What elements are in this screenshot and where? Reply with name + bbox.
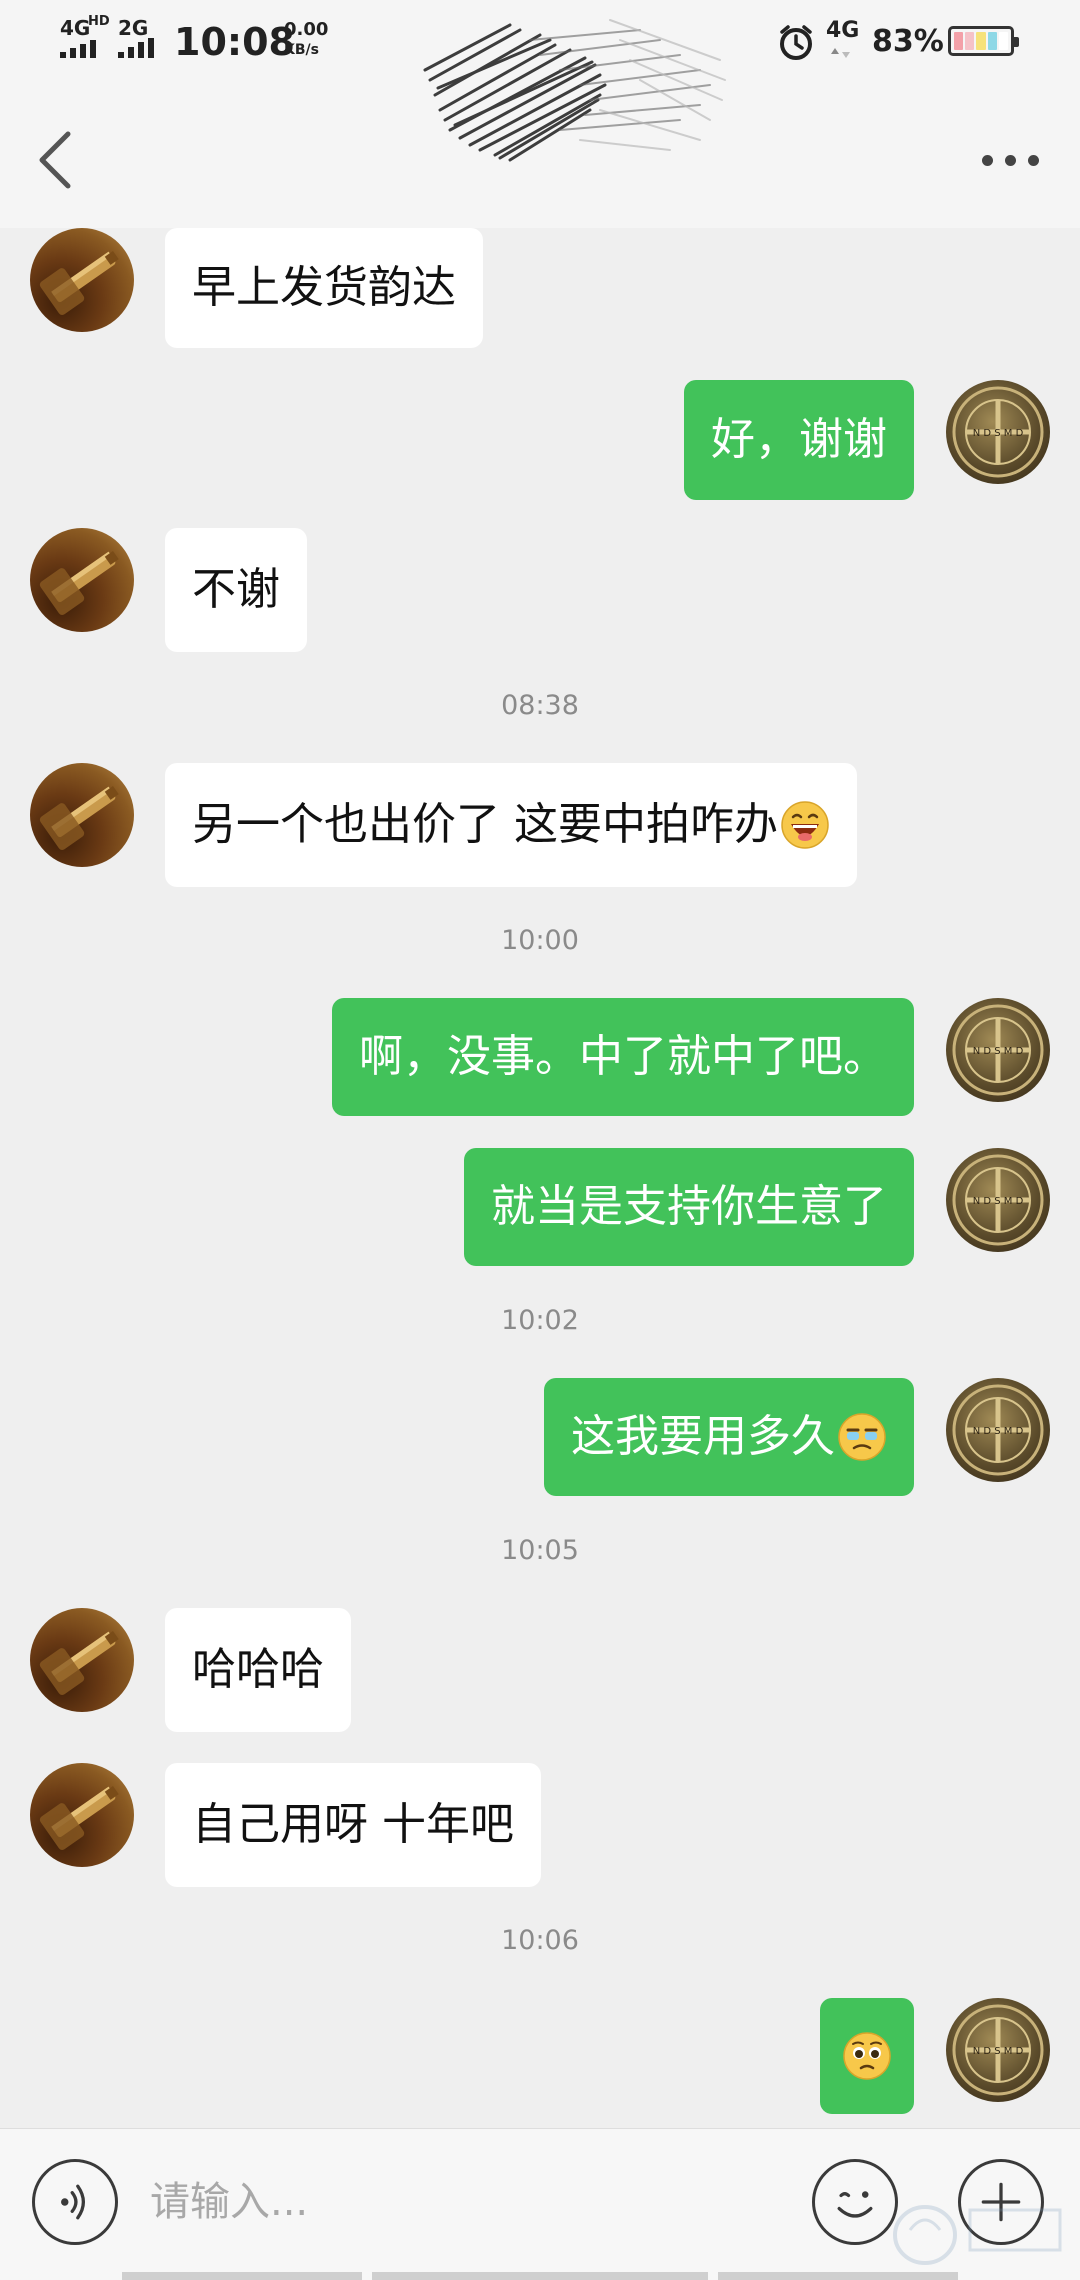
- network-type-1: 4G: [60, 16, 91, 40]
- contact-avatar[interactable]: [30, 763, 134, 867]
- svg-text:N D S M D: N D S M D: [973, 1046, 1024, 1057]
- message-text: 早上发货韵达: [192, 262, 456, 313]
- back-button[interactable]: [20, 120, 90, 200]
- message-bubble-incoming[interactable]: 不谢: [165, 528, 307, 652]
- message-text: 另一个也出价了 这要中拍咋办: [192, 799, 778, 850]
- signal-bars-1-icon: [60, 40, 96, 58]
- message-bubble-incoming[interactable]: 自己用呀 十年吧: [165, 1763, 541, 1887]
- message-input[interactable]: [150, 2159, 790, 2245]
- message-timestamp: 10:05: [501, 1535, 579, 1566]
- speed-value: 0.00: [284, 19, 329, 40]
- network-type-3: 4G: [826, 18, 860, 43]
- contact-avatar[interactable]: [30, 528, 134, 632]
- message-bubble-outgoing[interactable]: [820, 1998, 914, 2114]
- plus-icon: [981, 2182, 1021, 2222]
- user-avatar[interactable]: N D S M D: [946, 380, 1050, 484]
- more-options-button[interactable]: [970, 136, 1050, 184]
- network-type-1-sup: HD: [88, 14, 110, 29]
- svg-text:N D S M D: N D S M D: [973, 2046, 1024, 2057]
- battery-icon: [948, 26, 1019, 56]
- status-time: 10:08: [174, 20, 295, 64]
- emoji-face-icon: [837, 2191, 873, 2218]
- network-speed: 0.00 KB/s: [284, 20, 328, 60]
- message-bubble-outgoing[interactable]: 这我要用多久: [544, 1378, 914, 1496]
- more-dot: [981, 154, 993, 166]
- emoji-button[interactable]: [812, 2159, 898, 2245]
- laughing-emoji-icon: [780, 800, 830, 850]
- battery-percent: 83%: [872, 24, 944, 59]
- user-avatar[interactable]: N D S M D: [946, 998, 1050, 1102]
- message-text: 哈哈哈: [192, 1644, 324, 1695]
- message-text: 就当是支持你生意了: [491, 1181, 887, 1232]
- svg-text:N D S M D: N D S M D: [973, 428, 1024, 439]
- more-dot: [1004, 154, 1016, 166]
- message-timestamp: 10:06: [501, 1925, 579, 1956]
- crying-emoji-icon: [837, 1412, 887, 1462]
- message-text: 不谢: [192, 564, 280, 615]
- message-bubble-incoming[interactable]: 另一个也出价了 这要中拍咋办: [165, 763, 857, 887]
- message-bubble-incoming[interactable]: 哈哈哈: [165, 1608, 351, 1732]
- message-input-bar: [0, 2128, 1080, 2280]
- contact-avatar[interactable]: [30, 228, 134, 332]
- speed-unit: KB/s: [284, 42, 319, 58]
- more-dot: [1027, 154, 1039, 166]
- message-bubble-outgoing[interactable]: 好，谢谢: [684, 380, 914, 500]
- message-bubble-outgoing[interactable]: 啊，没事。中了就中了吧。: [332, 998, 914, 1116]
- voice-button[interactable]: [32, 2159, 118, 2245]
- signal-bars-2-icon: [118, 38, 154, 58]
- message-text: 啊，没事。中了就中了吧。: [359, 1031, 887, 1082]
- network-type-2: 2G: [118, 16, 149, 40]
- nav-indicator: [122, 2272, 362, 2280]
- message-text: 这我要用多久: [571, 1411, 835, 1462]
- more-actions-button[interactable]: [958, 2159, 1044, 2245]
- contact-avatar[interactable]: [30, 1608, 134, 1712]
- nav-indicator: [718, 2272, 958, 2280]
- message-timestamp: 10:00: [501, 925, 579, 956]
- message-timestamp: 08:38: [501, 690, 579, 721]
- user-avatar[interactable]: N D S M D: [946, 1148, 1050, 1252]
- user-avatar[interactable]: N D S M D: [946, 1998, 1050, 2102]
- data-arrows-icon: [831, 48, 850, 58]
- message-bubble-incoming[interactable]: 早上发货韵达: [165, 228, 483, 348]
- message-text: 自己用呀 十年吧: [192, 1799, 514, 1850]
- voice-icon: [61, 2184, 85, 2220]
- user-avatar[interactable]: N D S M D: [946, 1378, 1050, 1482]
- chevron-left-icon: [39, 131, 71, 189]
- message-bubble-outgoing[interactable]: 就当是支持你生意了: [464, 1148, 914, 1266]
- message-text: 好，谢谢: [711, 414, 887, 465]
- pleading-emoji-icon: [842, 2031, 892, 2081]
- chat-message-list[interactable]: 早上发货韵达 N D S M D 好，谢谢 不谢 08:38 另一个也出价了 这…: [0, 228, 1080, 2128]
- svg-text:N D S M D: N D S M D: [973, 1196, 1024, 1207]
- redacted-contact-name: [423, 19, 726, 162]
- svg-text:N D S M D: N D S M D: [973, 1426, 1024, 1437]
- contact-avatar[interactable]: [30, 1763, 134, 1867]
- nav-indicator: [372, 2272, 708, 2280]
- message-timestamp: 10:02: [501, 1305, 579, 1336]
- alarm-clock-icon: [780, 25, 812, 60]
